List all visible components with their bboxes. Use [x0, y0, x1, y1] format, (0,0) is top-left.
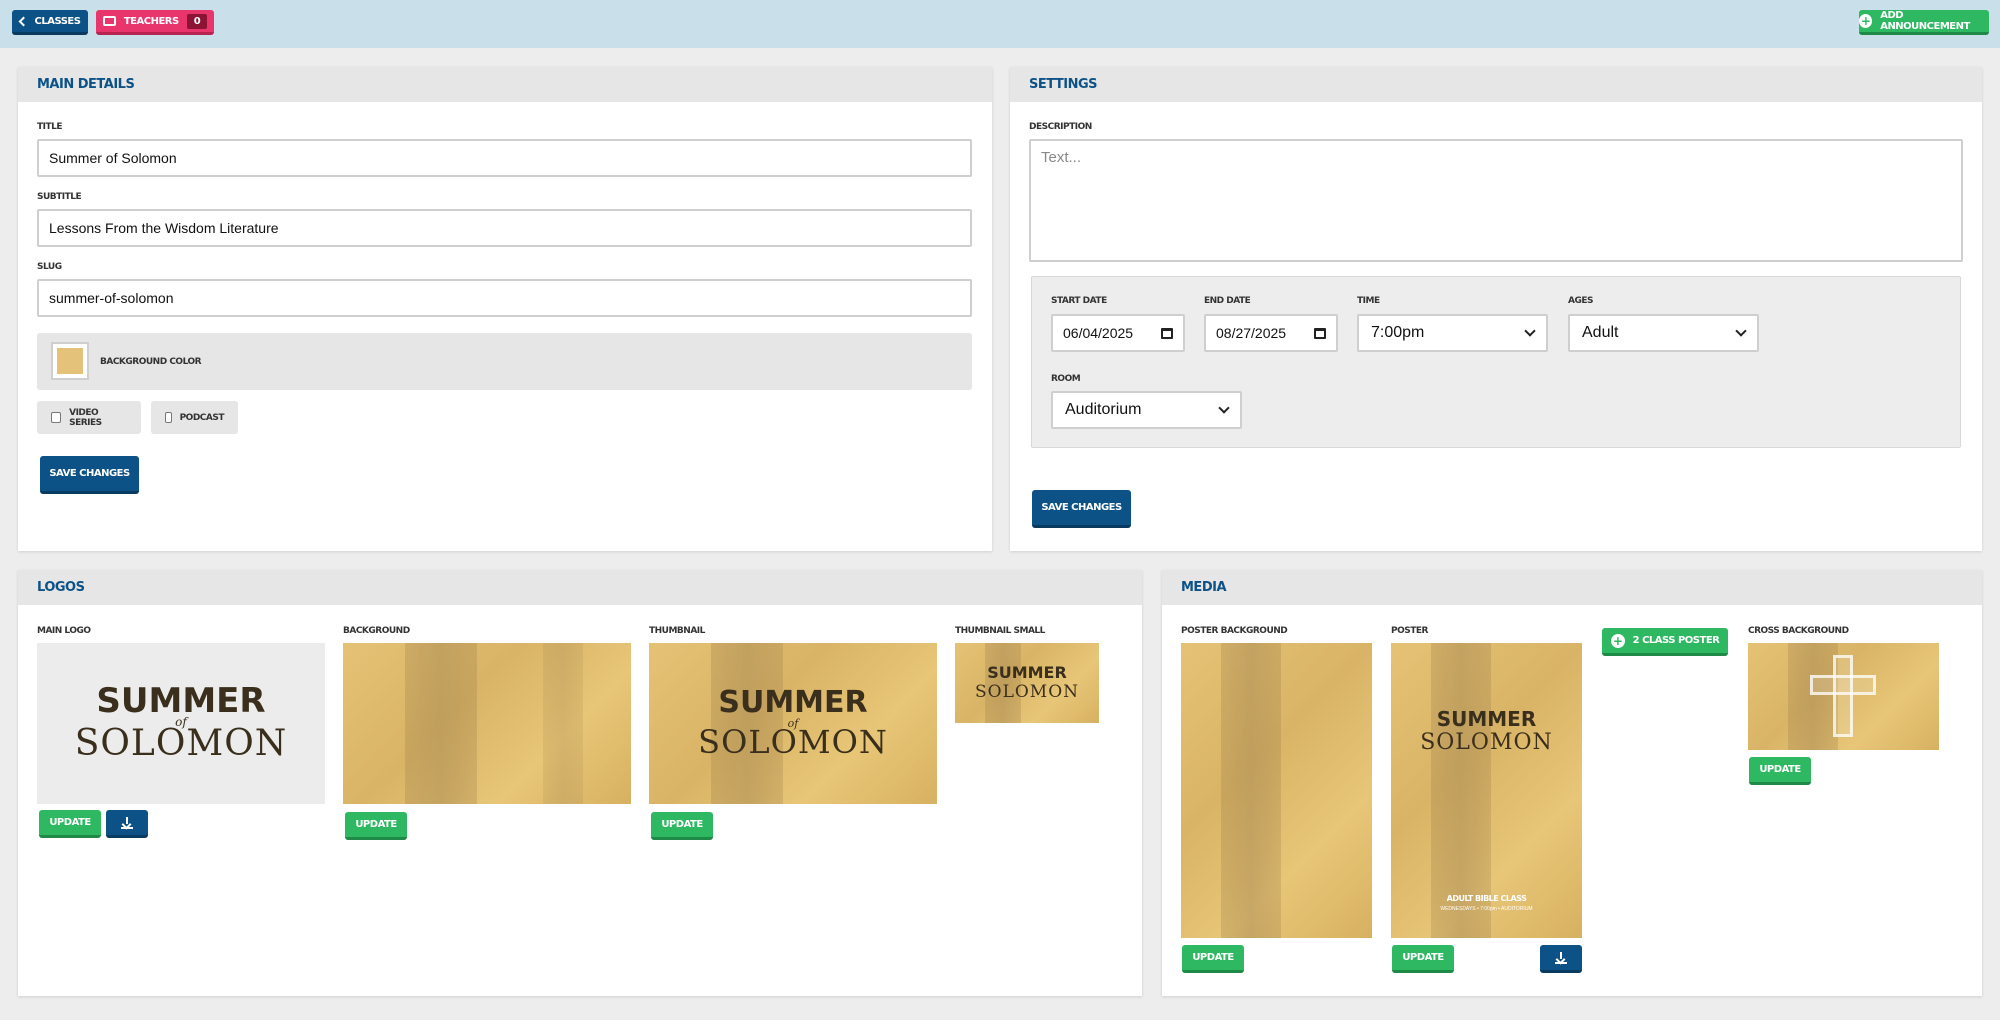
teachers-button[interactable]: TEACHERS 0	[96, 10, 214, 35]
main-details-save-button[interactable]: SAVE CHANGES	[40, 456, 139, 494]
thumbnail-update-button[interactable]: UPDATE	[651, 812, 713, 840]
main-logo-download-button[interactable]	[106, 810, 148, 838]
cross-vertical-shape	[1833, 655, 1853, 737]
room-label: ROOM	[1051, 374, 1081, 384]
podcast-checkbox[interactable]: PODCAST	[151, 401, 238, 434]
thumbnail-small-summer-text: SUMMER	[987, 663, 1067, 682]
subtitle-label: SUBTITLE	[37, 192, 82, 202]
chevron-down-icon	[1218, 402, 1230, 414]
plus-circle-icon: +	[1859, 14, 1873, 28]
slug-input[interactable]: summer-of-solomon	[37, 279, 972, 317]
start-date-label: START DATE	[1051, 296, 1107, 306]
thumbnail-summer-text: SUMMER	[718, 685, 868, 720]
calendar-icon[interactable]	[1314, 327, 1326, 339]
classes-label: CLASSES	[34, 15, 81, 27]
thumbnail-small-solomon-text: SOLOMON	[974, 682, 1080, 702]
time-select[interactable]: 7:00pm	[1357, 314, 1548, 352]
end-date-input[interactable]: 08/27/2025	[1204, 314, 1338, 352]
poster-image: SUMMER SOLOMON ADULT BIBLE CLASS WEDNESD…	[1391, 643, 1582, 938]
main-logo-label: MAIN LOGO	[37, 626, 91, 636]
add-announcement-button[interactable]: + ADD ANNOUNCEMENT	[1859, 10, 1989, 35]
end-date-value: 08/27/2025	[1216, 325, 1287, 341]
poster-update-button[interactable]: UPDATE	[1392, 945, 1454, 973]
teachers-label: TEACHERS	[123, 15, 179, 27]
teachers-count-badge: 0	[186, 13, 208, 29]
cross-background-update-button[interactable]: UPDATE	[1749, 757, 1811, 785]
subtitle-input[interactable]: Lessons From the Wisdom Literature	[37, 209, 972, 247]
slug-label: SLUG	[37, 262, 62, 272]
classes-back-button[interactable]: CLASSES	[12, 10, 88, 35]
class-poster-button[interactable]: + 2 CLASS POSTER	[1602, 628, 1728, 656]
poster-summer-text: SUMMER	[1436, 707, 1537, 731]
background-color-swatch[interactable]	[51, 342, 89, 380]
pillar-shape	[405, 643, 477, 804]
start-date-value: 06/04/2025	[1063, 325, 1134, 341]
room-select[interactable]: Auditorium	[1051, 391, 1242, 429]
pillar-shape	[1221, 643, 1281, 938]
room-value: Auditorium	[1065, 401, 1142, 418]
background-update-button[interactable]: UPDATE	[345, 812, 407, 840]
top-bar: CLASSES TEACHERS 0 + ADD ANNOUNCEMENT	[0, 0, 2000, 48]
poster-caption: ADULT BIBLE CLASS	[1446, 894, 1527, 903]
poster-download-button[interactable]	[1540, 945, 1582, 973]
chevron-down-icon	[1524, 325, 1536, 337]
logos-heading: LOGOS	[18, 570, 1142, 605]
description-textarea[interactable]: Text...	[1029, 139, 1963, 262]
background-color-label: BACKGROUND COLOR	[100, 357, 202, 367]
video-series-checkbox-box[interactable]	[51, 412, 62, 423]
main-logo-image: SUMMER of SOLOMON	[37, 643, 325, 804]
podcast-checkbox-box[interactable]	[165, 412, 172, 423]
download-icon	[121, 816, 133, 829]
thumbnail-small-label: THUMBNAIL SMALL	[955, 626, 1045, 636]
add-announcement-label: ADD ANNOUNCEMENT	[1880, 10, 1970, 32]
video-series-label: VIDEO SERIES	[69, 407, 102, 428]
settings-heading: SETTINGS	[1010, 67, 1982, 102]
settings-save-button[interactable]: SAVE CHANGES	[1032, 490, 1131, 528]
cross-horizontal-shape	[1810, 675, 1876, 695]
download-icon	[1555, 951, 1567, 964]
main-logo-update-button[interactable]: UPDATE	[39, 810, 101, 838]
poster-subcaption: WEDNESDAYS • 7:00pm • AUDITORIUM	[1440, 906, 1533, 912]
plus-circle-icon: +	[1610, 633, 1625, 648]
background-image	[343, 643, 631, 804]
calendar-icon[interactable]	[1161, 327, 1173, 339]
chevron-down-icon	[1735, 325, 1747, 337]
title-input[interactable]: Summer of Solomon	[37, 139, 972, 177]
main-details-heading: MAIN DETAILS	[18, 67, 992, 102]
cross-background-image	[1748, 643, 1939, 750]
video-series-checkbox[interactable]: VIDEO SERIES	[37, 401, 141, 434]
cross-background-label: CROSS BACKGROUND	[1748, 626, 1849, 636]
ages-select[interactable]: Adult	[1568, 314, 1759, 352]
ages-value: Adult	[1582, 324, 1619, 341]
podcast-label: PODCAST	[179, 412, 225, 423]
poster-background-label: POSTER BACKGROUND	[1181, 626, 1288, 636]
media-heading: MEDIA	[1162, 570, 1982, 605]
poster-background-image	[1181, 643, 1372, 938]
class-poster-label: 2 CLASS POSTER	[1632, 635, 1720, 646]
title-label: TITLE	[37, 122, 63, 132]
poster-background-update-button[interactable]: UPDATE	[1182, 945, 1244, 973]
thumbnail-solomon-text: SOLOMON	[698, 723, 888, 761]
pillar-shape	[1788, 643, 1838, 750]
thumbnail-label: THUMBNAIL	[649, 626, 705, 636]
end-date-label: END DATE	[1204, 296, 1251, 306]
background-color-row: BACKGROUND COLOR	[37, 333, 972, 390]
background-color-fill	[57, 348, 83, 374]
poster-solomon-text: SOLOMON	[1420, 730, 1553, 755]
thumbnail-small-image: SUMMER SOLOMON	[955, 643, 1099, 723]
description-label: DESCRIPTION	[1029, 122, 1092, 132]
time-label: TIME	[1357, 296, 1380, 306]
ages-label: AGES	[1568, 296, 1593, 306]
chevron-left-icon	[18, 16, 28, 26]
pillar-shape	[543, 643, 583, 804]
poster-label: POSTER	[1391, 626, 1428, 636]
teachers-icon	[102, 16, 116, 26]
background-label: BACKGROUND	[343, 626, 410, 636]
time-value: 7:00pm	[1371, 324, 1425, 341]
thumbnail-image: SUMMER of SOLOMON	[649, 643, 937, 804]
start-date-input[interactable]: 06/04/2025	[1051, 314, 1185, 352]
logo-solomon-text: SOLOMON	[74, 723, 288, 764]
